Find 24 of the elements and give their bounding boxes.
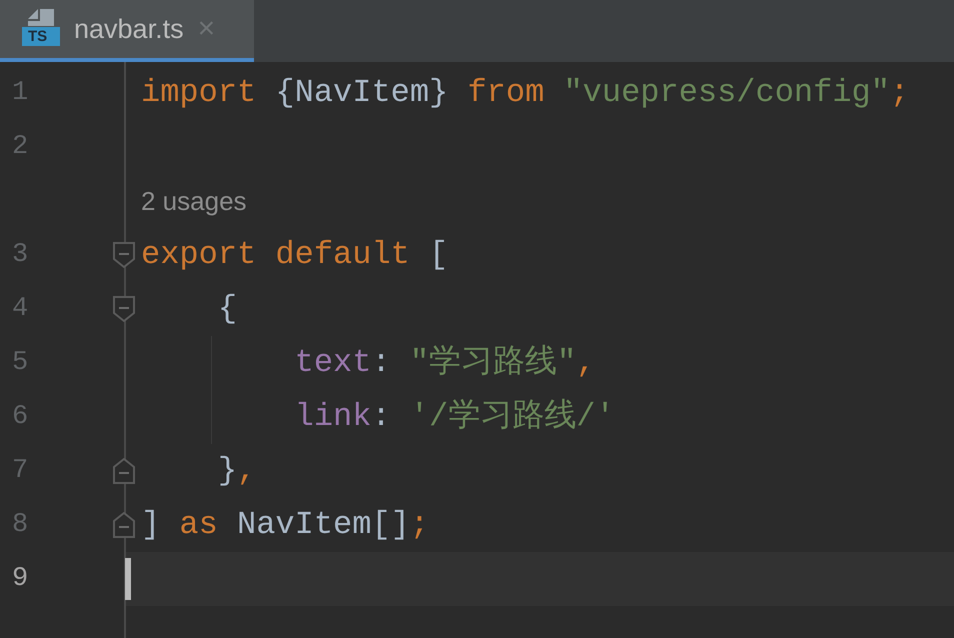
code-line: import {NavItem} from "vuepress/config"; [141,73,910,113]
line-number: 2 [11,130,30,164]
code-line: ] as NavItem[]; [141,505,430,545]
line-number: 9 [11,562,30,596]
tab-label: navbar.ts [74,12,184,46]
code-line: export default [ [141,235,448,275]
line-number: 5 [11,346,30,380]
usages-hint[interactable]: 2 usages [141,182,247,220]
code-line: text: "学习路线", [294,343,596,383]
line-number: 4 [11,292,30,326]
fold-marker-icon[interactable] [113,296,135,322]
code-line: { [216,289,238,329]
code-line: }, [216,451,256,491]
code-line: link: '/学习路线/' [294,397,615,437]
fold-marker-icon[interactable] [113,458,135,484]
file-tab[interactable]: TS navbar.ts × [0,0,254,62]
fold-marker-icon[interactable] [113,512,135,538]
fold-marker-icon[interactable] [113,242,135,268]
line-number: 8 [11,508,30,542]
line-number: 6 [11,400,30,434]
text-caret [125,558,131,600]
line-number: 1 [11,76,30,110]
line-number: 3 [11,238,30,272]
line-number: 7 [11,454,30,488]
